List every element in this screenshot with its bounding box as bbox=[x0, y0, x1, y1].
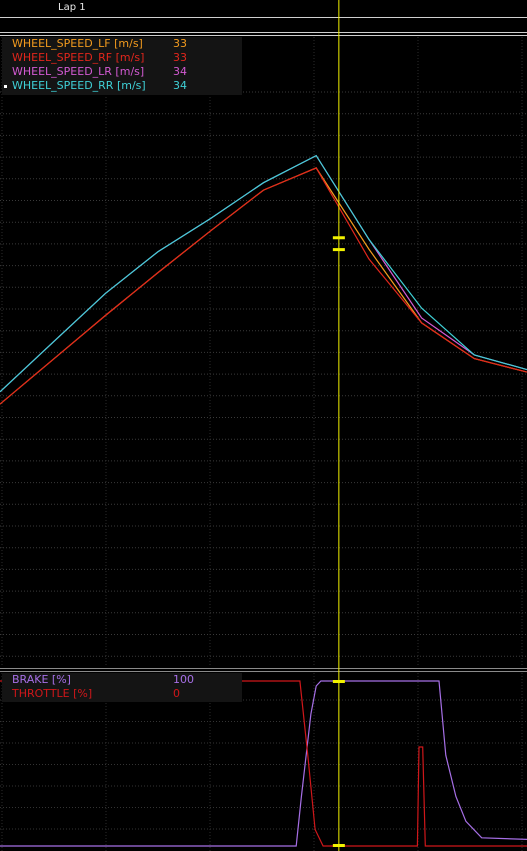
pedal-plot bbox=[0, 680, 527, 847]
cursor-marker-rr bbox=[332, 236, 345, 240]
legend-name-rf: WHEEL_SPEED_RF [m/s] bbox=[12, 51, 145, 64]
legend-name-lr: WHEEL_SPEED_LR [m/s] bbox=[12, 65, 145, 78]
speed-series-line bbox=[0, 167, 527, 405]
pedal-series-line bbox=[0, 680, 527, 847]
selected-marker-icon bbox=[4, 85, 7, 88]
telemetry-chart[interactable] bbox=[0, 0, 527, 851]
cursor-marker-throttle bbox=[332, 844, 345, 847]
pedal-legend: BRAKE [%] 100 THROTTLE [%] 0 bbox=[2, 673, 242, 702]
legend-name-throttle: THROTTLE [%] bbox=[12, 687, 93, 700]
legend-name-rr: WHEEL_SPEED_RR [m/s] bbox=[12, 79, 146, 92]
legend-name-brake: BRAKE [%] bbox=[12, 673, 71, 686]
legend-value-rr: 34 bbox=[173, 79, 187, 92]
speed-series-line bbox=[0, 167, 527, 405]
legend-row-brake[interactable]: BRAKE [%] 100 bbox=[2, 673, 242, 687]
cursor[interactable] bbox=[332, 0, 345, 851]
legend-row-lf[interactable]: WHEEL_SPEED_LF [m/s] 33 bbox=[2, 37, 242, 51]
speed-gridlines bbox=[0, 37, 527, 666]
legend-value-lf: 33 bbox=[173, 37, 187, 50]
speed-plot bbox=[0, 154, 527, 405]
cursor-marker-lf bbox=[332, 248, 345, 252]
legend-row-lr[interactable]: WHEEL_SPEED_LR [m/s] 34 bbox=[2, 65, 242, 79]
cursor-marker-brake bbox=[332, 680, 345, 683]
legend-name-lf: WHEEL_SPEED_LF [m/s] bbox=[12, 37, 143, 50]
legend-value-rf: 33 bbox=[173, 51, 187, 64]
speed-legend: WHEEL_SPEED_LF [m/s] 33 WHEEL_SPEED_RF [… bbox=[2, 37, 242, 95]
legend-value-brake: 100 bbox=[173, 673, 194, 686]
legend-value-throttle: 0 bbox=[173, 687, 180, 700]
legend-row-rr[interactable]: WHEEL_SPEED_RR [m/s] 34 bbox=[2, 79, 242, 93]
legend-row-throttle[interactable]: THROTTLE [%] 0 bbox=[2, 687, 242, 701]
legend-value-lr: 34 bbox=[173, 65, 187, 78]
legend-row-rf[interactable]: WHEEL_SPEED_RF [m/s] 33 bbox=[2, 51, 242, 65]
speed-series-line bbox=[0, 154, 527, 393]
speed-series-line bbox=[0, 154, 527, 393]
